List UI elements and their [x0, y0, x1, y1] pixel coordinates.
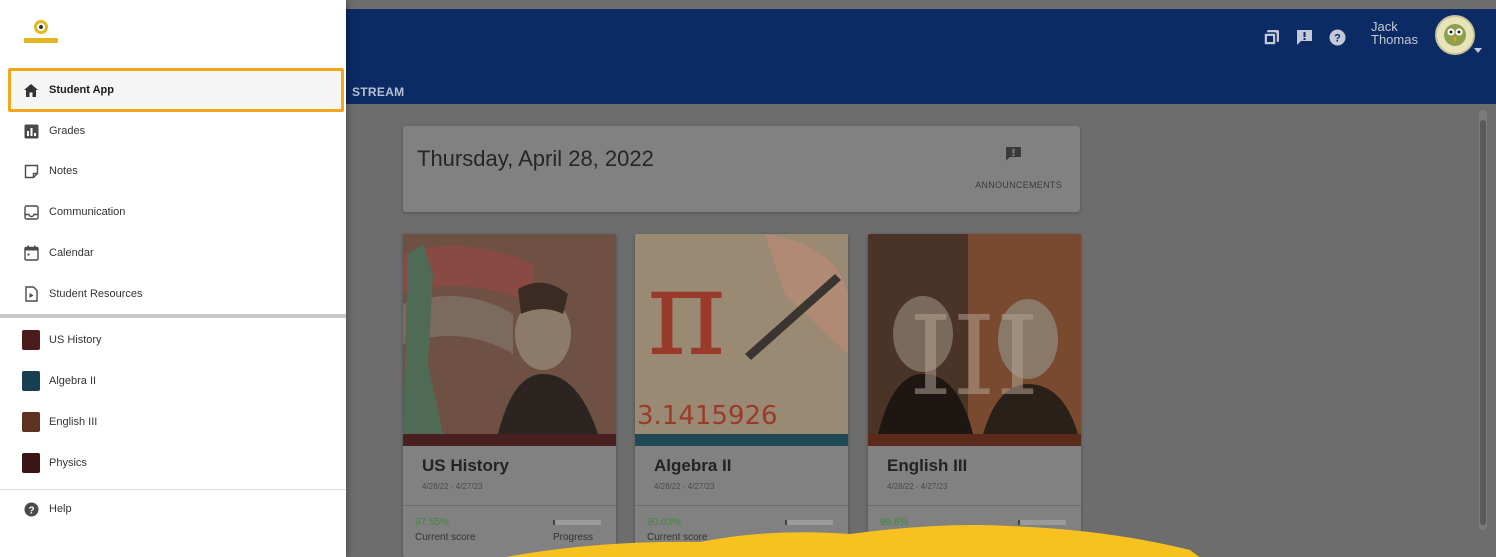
course-title[interactable]: US History [422, 456, 509, 476]
course-color-band [635, 434, 848, 446]
svg-text:3.1415926: 3.1415926 [637, 401, 778, 431]
us-history-cover-image [403, 234, 616, 434]
scrollbar[interactable] [1480, 120, 1486, 525]
sidebar-item-student-app[interactable]: Student App [8, 68, 344, 112]
navigation-drawer: Student App Grades Notes Communication C… [0, 0, 346, 557]
user-name[interactable]: Jack Thomas [1371, 20, 1418, 46]
sidebar-item-label: Notes [49, 165, 78, 177]
help-icon: ? [22, 500, 40, 518]
sidebar-item-label: US History [49, 334, 102, 346]
grades-icon [22, 122, 40, 140]
notes-icon [22, 162, 40, 180]
user-last-name: Thomas [1371, 32, 1418, 47]
current-score-label: Current score [415, 532, 476, 543]
course-color-icon [22, 453, 40, 473]
course-color-band [868, 434, 1081, 446]
divider [0, 314, 346, 318]
current-score-value: 97.55% [415, 517, 449, 528]
course-title[interactable]: Algebra II [654, 456, 731, 476]
sidebar-item-label: Student Resources [49, 288, 143, 300]
course-dates: 4/28/22 - 4/27/23 [422, 482, 483, 491]
course-card-us-history[interactable]: US History 4/28/22 - 4/27/23 97.55% Curr… [403, 234, 616, 557]
gallery-icon[interactable] [1262, 28, 1281, 47]
calendar-icon [22, 244, 40, 262]
resources-icon [22, 285, 40, 303]
course-dates: 4/28/22 - 4/27/23 [887, 482, 948, 491]
sidebar-item-label: Physics [49, 457, 87, 469]
sidebar-item-notes[interactable]: Notes [0, 151, 346, 191]
sidebar-item-student-resources[interactable]: Student Resources [0, 274, 346, 314]
course-card-algebra-ii[interactable]: π 3.1415926 Algebra II 4/28/22 - 4/27/23… [635, 234, 848, 557]
svg-text:?: ? [28, 505, 34, 516]
sidebar-item-us-history[interactable]: US History [0, 320, 346, 360]
course-dates: 4/28/22 - 4/27/23 [654, 482, 715, 491]
sidebar-item-label: Algebra II [49, 375, 97, 387]
inbox-icon [22, 203, 40, 221]
current-date: Thursday, April 28, 2022 [417, 146, 654, 171]
course-color-icon [22, 330, 40, 350]
announcements-link[interactable]: ANNOUNCEMENTS [975, 180, 1062, 190]
sidebar-item-calendar[interactable]: Calendar [0, 233, 346, 273]
course-title[interactable]: English III [887, 456, 967, 476]
english-iii-cover-image: III [868, 234, 1081, 434]
algebra-ii-cover-image: π 3.1415926 [635, 234, 848, 434]
divider [868, 505, 1081, 506]
highlight-annotation [505, 525, 1200, 557]
sidebar-item-help[interactable]: ? Help [0, 489, 346, 529]
help-icon[interactable]: ? [1328, 28, 1347, 47]
svg-text:III: III [909, 292, 1039, 420]
sidebar-item-english-iii[interactable]: English III [0, 402, 346, 442]
divider [635, 505, 848, 506]
announcement-icon[interactable] [1005, 146, 1022, 166]
home-icon [22, 81, 40, 99]
announcement-icon[interactable] [1295, 28, 1314, 47]
svg-text:π: π [647, 244, 726, 383]
avatar[interactable] [1435, 15, 1475, 55]
course-color-icon [22, 412, 40, 432]
logo [24, 20, 58, 43]
course-color-band [403, 434, 616, 446]
sidebar-item-label: Student App [49, 84, 114, 96]
tab-stream[interactable]: STREAM [352, 85, 404, 99]
sidebar-item-label: Calendar [49, 247, 94, 259]
sidebar-item-label: Help [49, 503, 72, 515]
sidebar-item-grades[interactable]: Grades [0, 111, 346, 151]
svg-text:?: ? [1334, 33, 1341, 45]
sidebar-item-label: Communication [49, 206, 126, 218]
top-icon-group: ? [1262, 28, 1347, 47]
course-color-icon [22, 371, 40, 391]
sidebar-item-label: Grades [49, 125, 86, 137]
course-card-english-iii[interactable]: III English III 4/28/22 - 4/27/23 99.6% [868, 234, 1081, 557]
date-card: Thursday, April 28, 2022 ANNOUNCEMENTS [403, 126, 1080, 212]
sidebar-item-physics[interactable]: Physics [0, 443, 346, 483]
avatar-dropdown-icon[interactable] [1474, 48, 1482, 53]
sidebar-item-algebra-ii[interactable]: Algebra II [0, 361, 346, 401]
sidebar-item-communication[interactable]: Communication [0, 192, 346, 232]
divider [403, 505, 616, 506]
sidebar-item-label: English III [49, 416, 98, 428]
